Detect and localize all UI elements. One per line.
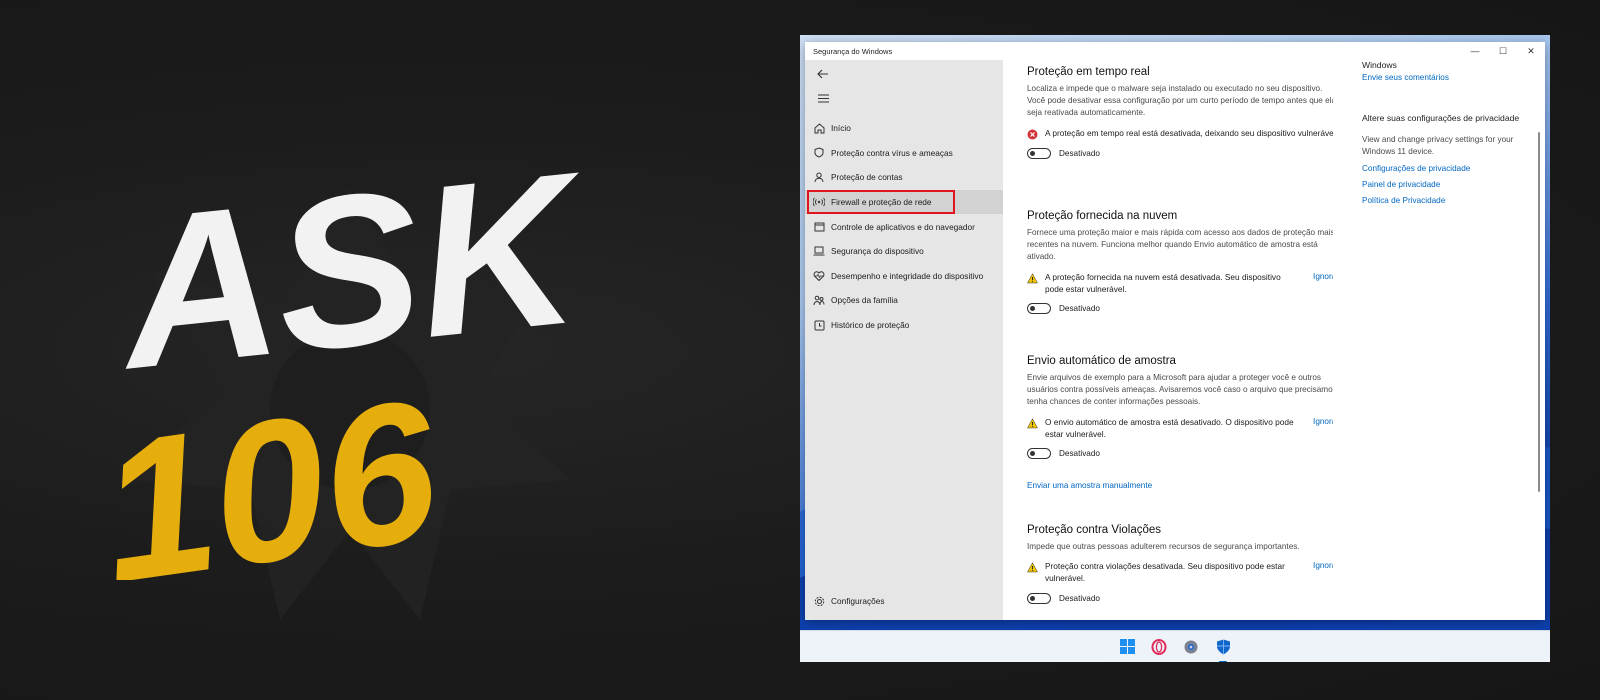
- toggle-row: Desativado: [1027, 592, 1333, 604]
- toggle-row: Desativado: [1027, 303, 1333, 315]
- sidebar-item-label: Início: [831, 123, 851, 134]
- sidebar-item-label: Opções da família: [831, 295, 898, 306]
- sidebar-item-family[interactable]: Opções da família: [805, 288, 1003, 313]
- related-links-column: Windows Envie seus comentários Altere su…: [1362, 60, 1522, 209]
- settings-icon[interactable]: [1180, 636, 1202, 658]
- minimize-icon[interactable]: —: [1461, 42, 1489, 60]
- warning-icon: [1027, 562, 1038, 573]
- laptop-icon: [813, 245, 825, 257]
- family-icon: [813, 294, 825, 306]
- section-description: Localiza e impede que o malware seja ins…: [1027, 84, 1333, 118]
- hamburger-icon[interactable]: [811, 88, 835, 108]
- alert-row: O envio automático de amostra está desat…: [1027, 416, 1333, 440]
- toggle-row: Desativado: [1027, 448, 1333, 460]
- alert-row: Proteção contra violações desativada. Se…: [1027, 560, 1333, 584]
- alert-text: Proteção contra violações desativada. Se…: [1045, 561, 1285, 584]
- toggle-label: Desativado: [1059, 148, 1100, 158]
- sidebar-item-performance[interactable]: Desempenho e integridade do dispositivo: [805, 264, 1003, 289]
- warning-icon: [1027, 417, 1038, 428]
- alert-row: A proteção fornecida na nuvem está desat…: [1027, 271, 1333, 295]
- error-icon: [1027, 129, 1038, 140]
- sidebar-item-inicio[interactable]: Início: [805, 116, 1003, 141]
- sidebar-item-label: Configurações: [831, 596, 885, 606]
- close-icon[interactable]: ✕: [1517, 42, 1545, 60]
- taskbar: [800, 630, 1550, 662]
- ignore-link[interactable]: Ignorar: [1313, 416, 1333, 428]
- toggle-label: Desativado: [1059, 593, 1100, 603]
- toggle-label: Desativado: [1059, 449, 1100, 459]
- heart-pulse-icon: [813, 270, 825, 282]
- sidebar-item-history[interactable]: Histórico de proteção: [805, 313, 1003, 338]
- manual-sample-link[interactable]: Enviar uma amostra manualmente: [1027, 481, 1152, 490]
- windows-security-icon[interactable]: [1212, 636, 1234, 662]
- sidebar-item-label: Controle de aplicativos e do navegador: [831, 221, 975, 232]
- alert-text: O envio automático de amostra está desat…: [1045, 416, 1294, 439]
- cloud-toggle[interactable]: [1027, 303, 1051, 315]
- desktop: Segurança do Windows — ☐ ✕ Início Proteç…: [800, 35, 1550, 662]
- alert-text: A proteção fornecida na nuvem está desat…: [1045, 271, 1281, 294]
- sidebar-item-label: Proteção de contas: [831, 172, 903, 183]
- sidebar-item-label: Segurança do dispositivo: [831, 246, 924, 257]
- window-title: Segurança do Windows: [813, 46, 893, 56]
- sidebar-item-contas[interactable]: Proteção de contas: [805, 165, 1003, 190]
- home-icon: [813, 122, 825, 134]
- main-content: Proteção em tempo real Localiza e impede…: [1003, 60, 1333, 620]
- section-description: Envie arquivos de exemplo para a Microso…: [1027, 373, 1333, 407]
- sidebar-item-label: Proteção contra vírus e ameaças: [831, 147, 953, 158]
- nav-list: Início Proteção contra vírus e ameaças P…: [805, 116, 1003, 337]
- privacy-heading: Altere suas configurações de privacidade: [1362, 113, 1520, 123]
- sidebar: Início Proteção contra vírus e ameaças P…: [805, 60, 1003, 620]
- realtime-protection-section: Proteção em tempo real Localiza e impede…: [1027, 66, 1333, 159]
- section-title: Proteção em tempo real: [1027, 66, 1150, 78]
- alert-row: A proteção em tempo real está desativada…: [1027, 127, 1333, 140]
- sidebar-item-label: Firewall e proteção de rede: [831, 197, 932, 208]
- sample-toggle[interactable]: [1027, 448, 1051, 460]
- antenna-icon: [813, 196, 825, 208]
- privacy-settings-link[interactable]: Configurações de privacidade: [1362, 161, 1522, 177]
- sidebar-item-app-control[interactable]: Controle de aplicativos e do navegador: [805, 214, 1003, 239]
- tamper-protection-section: Proteção contra Violações Impede que out…: [1027, 524, 1333, 604]
- section-title: Proteção contra Violações: [1027, 524, 1162, 536]
- section-title: Envio automático de amostra: [1027, 355, 1176, 367]
- gear-icon: [813, 595, 825, 607]
- alert-text: A proteção em tempo real está desativada…: [1045, 127, 1333, 138]
- realtime-toggle[interactable]: [1027, 147, 1051, 159]
- windows-heading: Windows: [1362, 60, 1397, 70]
- sidebar-item-firewall[interactable]: Firewall e proteção de rede: [805, 189, 1003, 215]
- sidebar-item-settings[interactable]: Configurações: [805, 590, 1003, 612]
- app-window-icon: [813, 221, 825, 233]
- ask-106-logo: ASK 106: [95, 140, 600, 580]
- sidebar-item-virus[interactable]: Proteção contra vírus e ameaças: [805, 141, 1003, 166]
- toggle-label: Desativado: [1059, 304, 1100, 314]
- windows-start-icon[interactable]: [1116, 636, 1138, 658]
- maximize-icon[interactable]: ☐: [1489, 42, 1517, 60]
- section-description: Impede que outras pessoas adulterem recu…: [1027, 542, 1300, 551]
- windows-security-window: Segurança do Windows — ☐ ✕ Início Proteç…: [805, 42, 1545, 620]
- cloud-protection-section: Proteção fornecida na nuvem Fornece uma …: [1027, 210, 1333, 315]
- warning-icon: [1027, 272, 1038, 283]
- sample-submission-section: Envio automático de amostra Envie arquiv…: [1027, 355, 1333, 493]
- toggle-row: Desativado: [1027, 147, 1333, 159]
- person-icon: [813, 171, 825, 183]
- tamper-toggle[interactable]: [1027, 592, 1051, 604]
- opera-icon[interactable]: [1148, 636, 1170, 658]
- privacy-policy-link[interactable]: Política de Privacidade: [1362, 193, 1522, 209]
- sidebar-item-label: Desempenho e integridade do dispositivo: [831, 270, 984, 281]
- section-title: Proteção fornecida na nuvem: [1027, 210, 1178, 222]
- scrollbar[interactable]: [1538, 132, 1540, 492]
- ignore-link[interactable]: Ignorar: [1313, 560, 1333, 572]
- section-description: Fornece uma proteção maior e mais rápida…: [1027, 228, 1333, 262]
- ignore-link[interactable]: Ignorar: [1313, 271, 1333, 283]
- history-icon: [813, 319, 825, 331]
- sidebar-item-device-security[interactable]: Segurança do dispositivo: [805, 239, 1003, 264]
- title-bar: Segurança do Windows — ☐ ✕: [805, 42, 1545, 60]
- privacy-dashboard-link[interactable]: Painel de privacidade: [1362, 177, 1522, 193]
- sidebar-item-label: Histórico de proteção: [831, 320, 910, 331]
- back-arrow-icon[interactable]: [811, 64, 835, 84]
- shield-icon: [813, 147, 825, 159]
- privacy-description: View and change privacy settings for you…: [1362, 135, 1514, 156]
- feedback-link[interactable]: Envie seus comentários: [1362, 70, 1522, 86]
